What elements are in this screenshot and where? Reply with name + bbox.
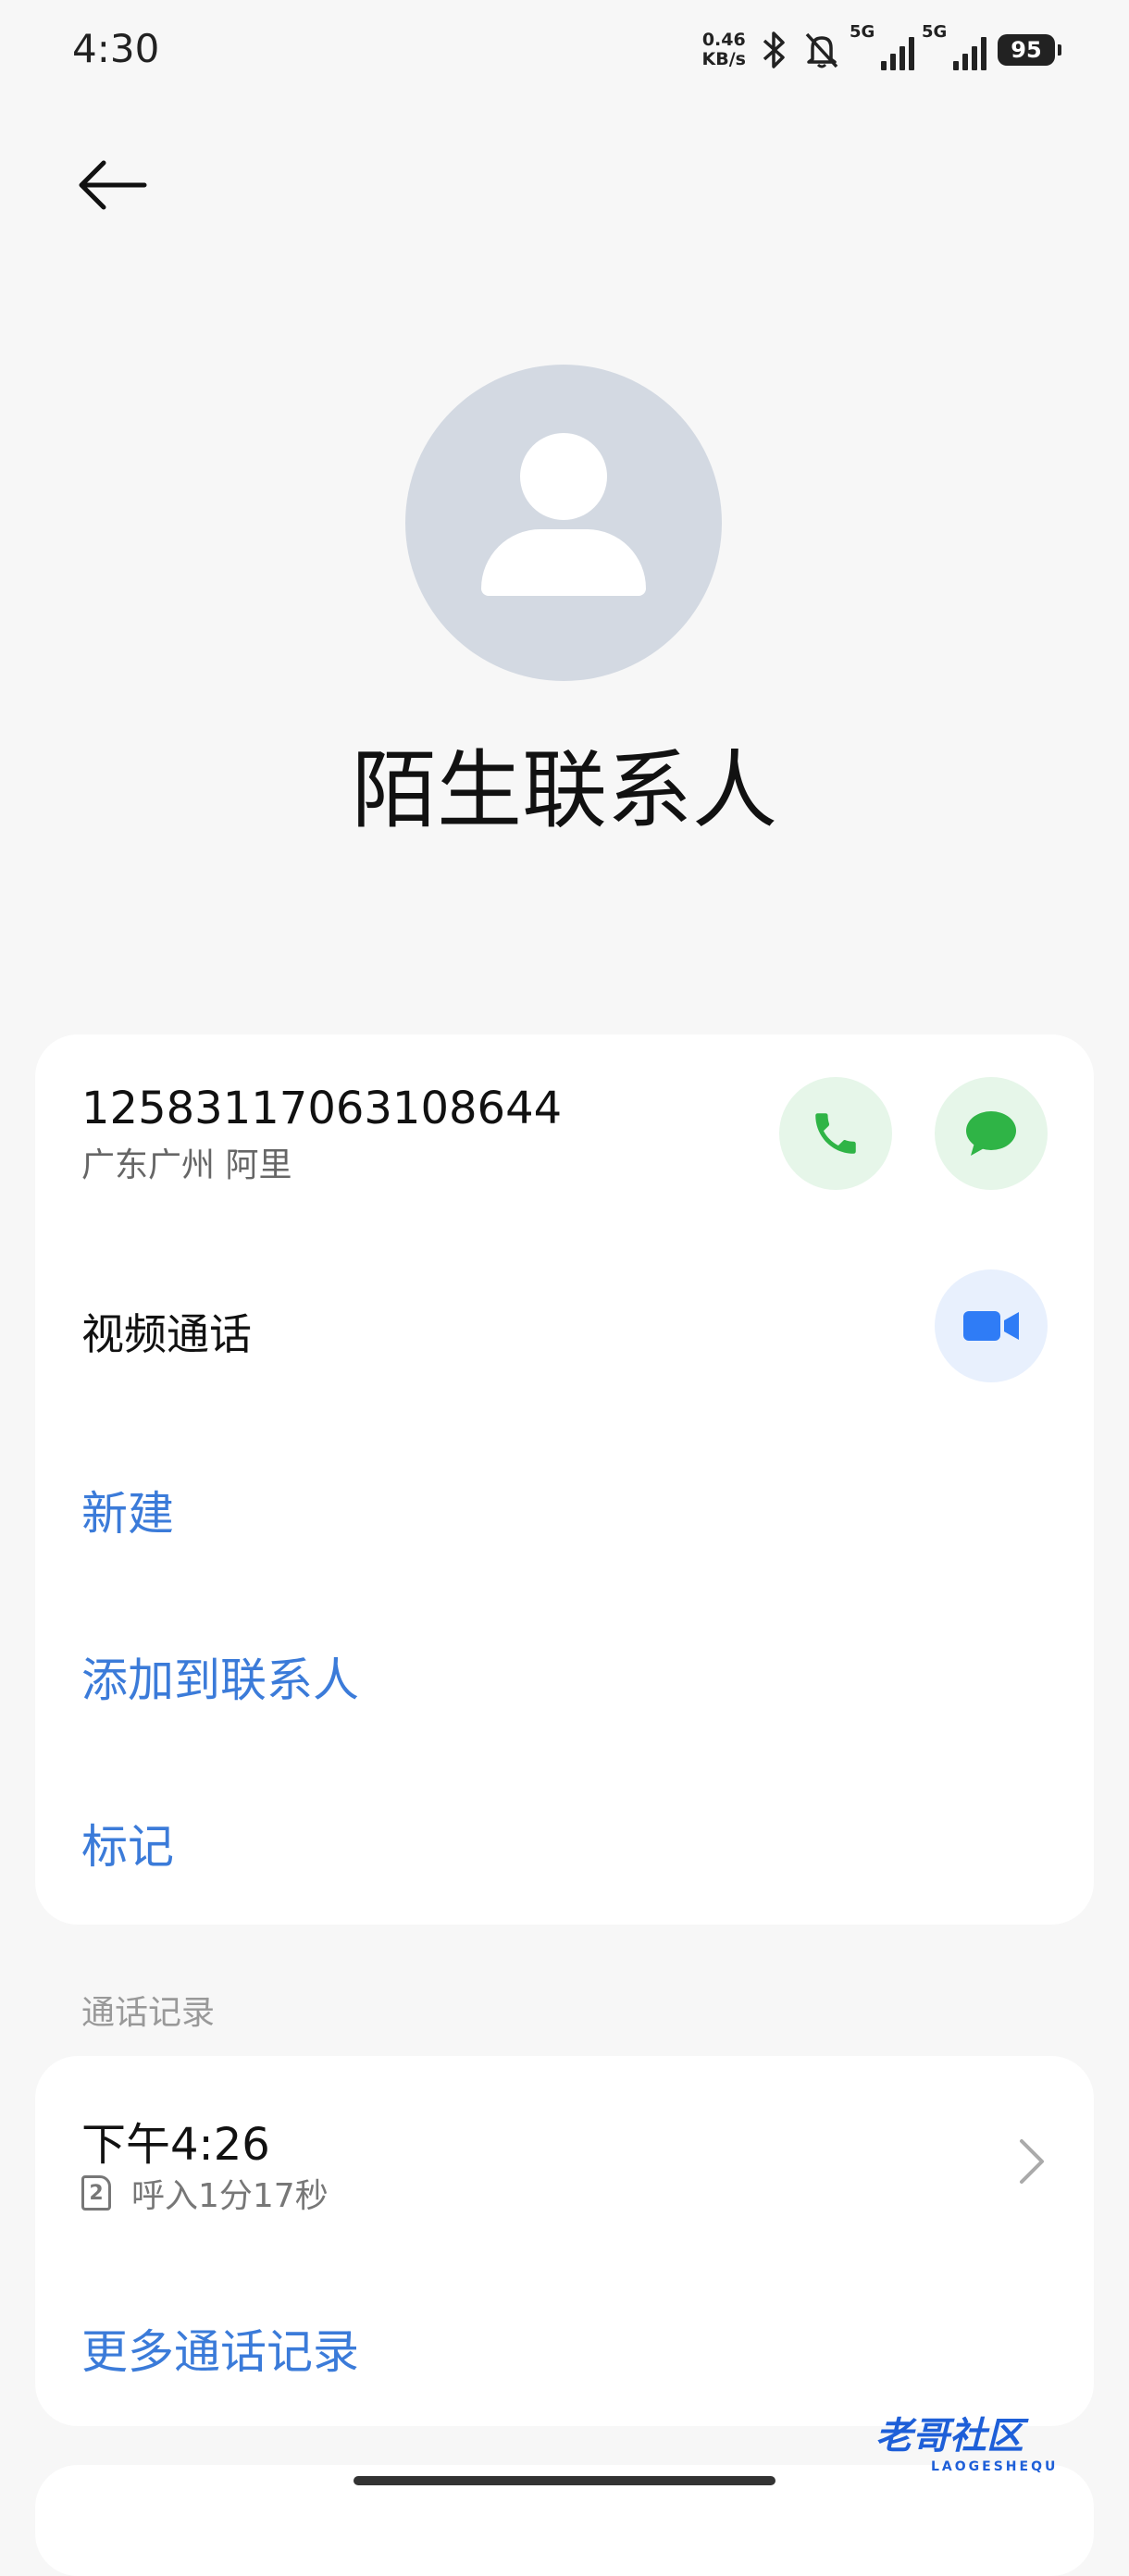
signal-sim1-icon: 5G xyxy=(850,22,914,70)
contact-name: 陌生联系人 xyxy=(351,741,777,840)
signal-sim2-icon: 5G xyxy=(922,22,986,70)
number-location: 广东广州 阿里 xyxy=(81,1146,292,1184)
video-camera-icon xyxy=(963,1311,1019,1341)
battery-icon: 95 xyxy=(998,34,1061,66)
call-record-time[interactable]: 下午4:26 xyxy=(81,2108,270,2173)
mark-number-link[interactable]: 标记 xyxy=(81,1810,174,1876)
watermark-text: 老哥社区 xyxy=(875,2415,1024,2458)
network-speed-unit: KB/s xyxy=(701,49,746,69)
watermark-subtext: LAOGESHEQU xyxy=(931,2459,1059,2474)
message-button[interactable] xyxy=(935,1077,1048,1190)
video-call-label: 视频通话 xyxy=(81,1309,252,1359)
call-record-duration: 呼入1分17秒 xyxy=(131,2177,329,2215)
signal-sim1-label: 5G xyxy=(850,22,875,42)
contact-actions-card: 12583117063108644 广东广州 阿里 视频通话 新建 添加到联系人… xyxy=(35,1034,1094,1925)
more-call-records-link[interactable]: 更多通话记录 xyxy=(81,2315,359,2382)
message-bubble-icon xyxy=(966,1111,1016,1156)
contact-avatar xyxy=(405,365,722,681)
network-speed-value: 0.46 xyxy=(701,30,746,50)
signal-sim2-label: 5G xyxy=(922,22,948,42)
call-button[interactable] xyxy=(779,1077,892,1190)
call-log-card: 下午4:26 2 呼入1分17秒 更多通话记录 xyxy=(35,2056,1094,2426)
new-contact-link[interactable]: 新建 xyxy=(81,1477,174,1543)
phone-icon xyxy=(815,1113,856,1154)
sim-slot-icon: 2 xyxy=(81,2175,111,2211)
mute-bell-icon xyxy=(805,32,838,68)
person-icon xyxy=(520,433,607,520)
video-call-button[interactable] xyxy=(935,1269,1048,1382)
back-button[interactable] xyxy=(76,154,150,218)
bluetooth-icon xyxy=(763,31,785,68)
call-record-detail: 2 呼入1分17秒 xyxy=(81,2169,329,2217)
watermark-logo: 老哥社区 LAOGESHEQU xyxy=(875,2406,1058,2474)
network-speed: 0.46 KB/s xyxy=(702,31,746,69)
status-icons: 0.46 KB/s 5G 5G 95 xyxy=(702,22,1061,74)
back-arrow-icon xyxy=(79,160,147,210)
call-log-section-title: 通话记录 xyxy=(81,1994,216,2032)
chevron-right-icon[interactable] xyxy=(1016,2137,1048,2189)
add-to-contacts-link[interactable]: 添加到联系人 xyxy=(81,1643,359,1710)
phone-number[interactable]: 12583117063108644 xyxy=(81,1083,562,1134)
status-time: 4:30 xyxy=(72,26,160,71)
home-indicator[interactable] xyxy=(354,2476,775,2485)
